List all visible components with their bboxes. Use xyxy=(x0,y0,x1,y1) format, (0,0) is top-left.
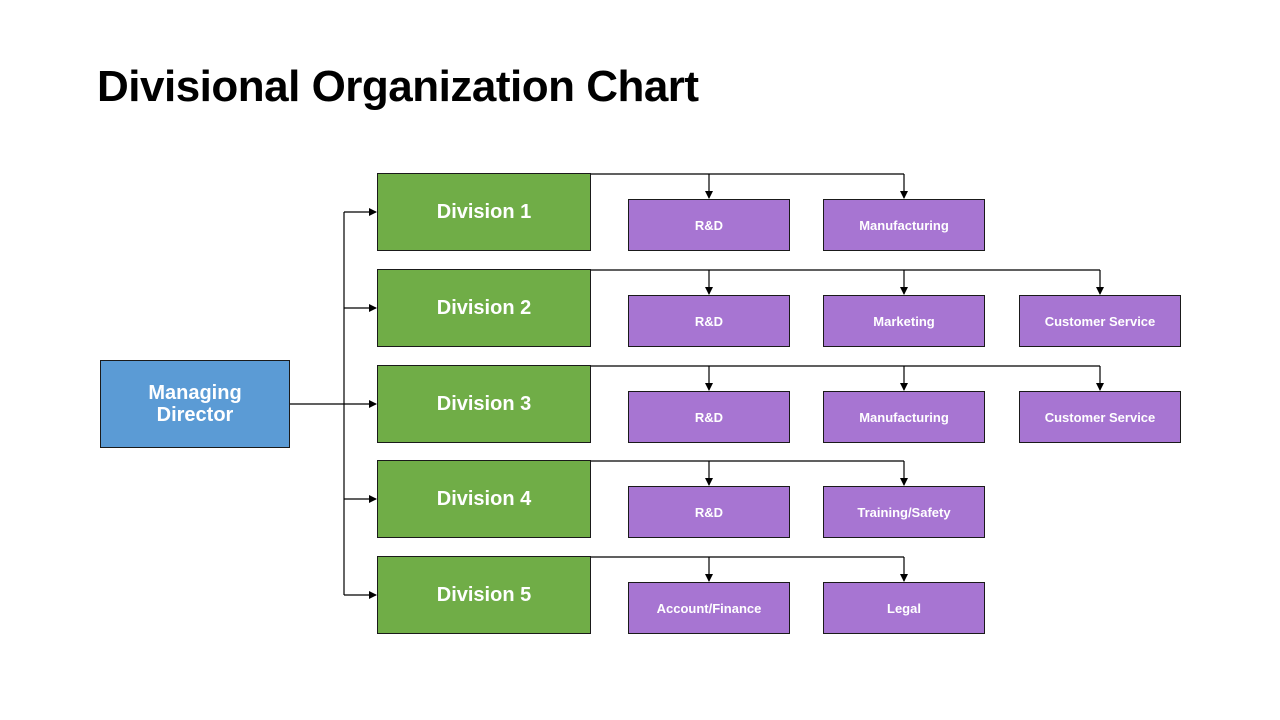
department-label: R&D xyxy=(694,217,724,233)
division-box[interactable]: Division 3 xyxy=(377,365,591,443)
department-label: Manufacturing xyxy=(859,409,949,425)
managing-director-box[interactable]: Managing Director xyxy=(100,360,290,448)
division-label: Division 1 xyxy=(436,200,532,223)
department-box[interactable]: Manufacturing xyxy=(823,391,985,443)
department-box[interactable]: Legal xyxy=(823,582,985,634)
department-label: R&D xyxy=(694,504,724,520)
department-label: R&D xyxy=(694,313,724,329)
department-label: Legal xyxy=(887,600,921,616)
department-label: R&D xyxy=(694,409,724,425)
division-box[interactable]: Division 4 xyxy=(377,460,591,538)
division-label: Division 4 xyxy=(436,487,532,510)
department-box[interactable]: Customer Service xyxy=(1019,295,1181,347)
managing-director-label: Managing Director xyxy=(148,382,242,426)
department-label: Account/Finance xyxy=(656,600,762,616)
division-box[interactable]: Division 5 xyxy=(377,556,591,634)
department-label: Marketing xyxy=(873,313,935,329)
department-box[interactable]: R&D xyxy=(628,391,790,443)
department-box[interactable]: Customer Service xyxy=(1019,391,1181,443)
department-label: Customer Service xyxy=(1044,409,1156,425)
division-label: Division 5 xyxy=(436,583,532,606)
department-label: Manufacturing xyxy=(859,217,949,233)
division-label: Division 3 xyxy=(436,392,532,415)
department-box[interactable]: R&D xyxy=(628,295,790,347)
department-label: Training/Safety xyxy=(857,504,951,520)
division-box[interactable]: Division 1 xyxy=(377,173,591,251)
division-box[interactable]: Division 2 xyxy=(377,269,591,347)
division-label: Division 2 xyxy=(436,296,532,319)
department-label: Customer Service xyxy=(1044,313,1156,329)
department-box[interactable]: Marketing xyxy=(823,295,985,347)
department-box[interactable]: Account/Finance xyxy=(628,582,790,634)
department-box[interactable]: R&D xyxy=(628,486,790,538)
department-box[interactable]: R&D xyxy=(628,199,790,251)
department-box[interactable]: Training/Safety xyxy=(823,486,985,538)
department-box[interactable]: Manufacturing xyxy=(823,199,985,251)
